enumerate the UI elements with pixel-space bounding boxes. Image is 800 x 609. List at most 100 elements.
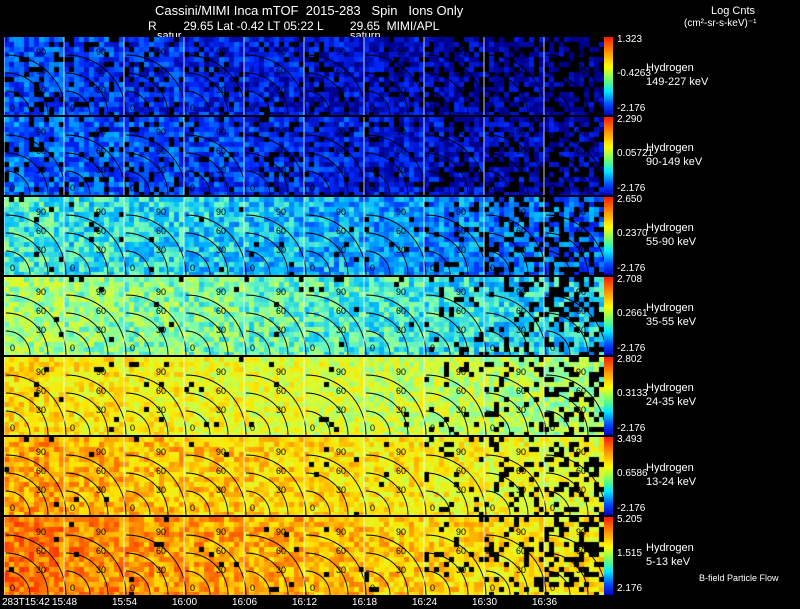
colorbar — [604, 117, 613, 195]
contour-label: 0 — [370, 503, 375, 513]
contour-label: 60 — [336, 66, 346, 76]
contour-label: 90 — [396, 287, 406, 297]
energy-range: 35-55 keV — [646, 316, 697, 328]
contour-label: 60 — [516, 226, 526, 236]
contour-label: 30 — [336, 565, 346, 575]
contour-label: 0 — [490, 263, 495, 273]
species-name: Hydrogen — [646, 222, 694, 234]
contour-label: 0 — [550, 423, 555, 433]
contour-label: 30 — [216, 485, 226, 495]
contour-label: 30 — [96, 565, 106, 575]
contour-label: 90 — [216, 447, 226, 457]
contour-label: 60 — [576, 146, 586, 156]
contour-label: 60 — [96, 226, 106, 236]
contour-label: 60 — [336, 386, 346, 396]
contour-label: 0 — [190, 103, 195, 113]
contour-label: 0 — [70, 183, 75, 193]
contour-label: 0 — [10, 263, 15, 273]
contour-label: 60 — [96, 146, 106, 156]
contour-label: 0 — [310, 183, 315, 193]
spectrogram-panel: 90 60 30 0 90 60 30 0 90 60 30 0 90 60 30 0 90 60 30 0 90 60 3… — [4, 277, 604, 355]
species-name: Hydrogen — [646, 142, 694, 154]
contour-label: 0 — [130, 423, 135, 433]
contour-label: 60 — [276, 146, 286, 156]
contour-overlay: 90 60 30 0 90 60 30 0 90 60 30 0 90 60 30 0 90 60 30 0 90 60 3… — [4, 517, 604, 595]
contour-label: 60 — [96, 306, 106, 316]
colorbar-mid: 0.2661 — [617, 308, 648, 319]
contour-label: 30 — [396, 325, 406, 335]
colorbar-min: -2.176 — [617, 503, 646, 514]
contour-label: 90 — [456, 127, 466, 137]
contour-label: 60 — [396, 546, 406, 556]
contour-label: 90 — [396, 207, 406, 217]
contour-label: 90 — [576, 287, 586, 297]
contour-label: 90 — [456, 527, 466, 537]
contour-label: 30 — [276, 85, 286, 95]
contour-label: 0 — [70, 583, 75, 593]
contour-label: 30 — [576, 325, 586, 335]
energy-range: 149-227 keV — [646, 76, 709, 88]
contour-label: 30 — [336, 325, 346, 335]
contour-label: 0 — [250, 503, 255, 513]
contour-label: 90 — [216, 207, 226, 217]
contour-label: 90 — [276, 47, 286, 57]
time-tick-label: 16:36 — [532, 597, 558, 608]
contour-label: 90 — [96, 287, 106, 297]
contour-label: 60 — [396, 466, 406, 476]
contour-label: 90 — [96, 47, 106, 57]
contour-label: 30 — [216, 325, 226, 335]
contour-label: 60 — [456, 546, 466, 556]
contour-label: 30 — [156, 85, 166, 95]
contour-label: 90 — [516, 367, 526, 377]
contour-label: 0 — [70, 423, 75, 433]
channel-label: Hydrogen 55-90 keV — [646, 221, 696, 249]
contour-label: 60 — [276, 546, 286, 556]
contour-label: 90 — [516, 47, 526, 57]
channel-label: Hydrogen 149-227 keV — [646, 61, 708, 89]
contour-label: 60 — [96, 466, 106, 476]
contour-label: 30 — [156, 565, 166, 575]
contour-label: 90 — [276, 367, 286, 377]
contour-label: 0 — [310, 503, 315, 513]
contour-label: 0 — [550, 183, 555, 193]
channel-label: Hydrogen 5-13 keV — [646, 541, 694, 569]
contour-label: 60 — [576, 546, 586, 556]
colorbar-min: -2.176 — [617, 183, 646, 194]
species-name: Hydrogen — [646, 62, 694, 74]
time-tick-label: 16:30 — [472, 597, 498, 608]
contour-label: 60 — [516, 306, 526, 316]
contour-label: 60 — [456, 66, 466, 76]
contour-label: 60 — [96, 386, 106, 396]
contour-label: 0 — [490, 503, 495, 513]
units-formula: (cm²-sr-s-keV)⁻¹ — [684, 18, 757, 29]
contour-label: 30 — [516, 165, 526, 175]
contour-label: 0 — [190, 183, 195, 193]
contour-label: 0 — [10, 583, 15, 593]
contour-label: 0 — [430, 103, 435, 113]
contour-label: 30 — [396, 165, 406, 175]
contour-label: 0 — [370, 103, 375, 113]
contour-label: 60 — [216, 306, 226, 316]
contour-label: 90 — [336, 447, 346, 457]
contour-label: 90 — [156, 287, 166, 297]
contour-label: 0 — [130, 503, 135, 513]
colorbar-mid: 0.3133 — [617, 388, 648, 399]
contour-label: 90 — [456, 47, 466, 57]
contour-label: 60 — [216, 146, 226, 156]
contour-label: 90 — [576, 207, 586, 217]
contour-label: 0 — [370, 263, 375, 273]
contour-label: 30 — [516, 325, 526, 335]
time-tick-label: 16:00 — [172, 597, 198, 608]
contour-label: 90 — [96, 207, 106, 217]
contour-label: 0 — [310, 583, 315, 593]
contour-label: 60 — [276, 226, 286, 236]
contour-label: 60 — [516, 146, 526, 156]
colorbar-max: 5.205 — [617, 514, 643, 525]
colorbar-max: 2.650 — [617, 194, 643, 205]
colorbar-min: -2.176 — [617, 423, 646, 434]
time-tick-label: 16:24 — [412, 597, 438, 608]
energy-range: 13-24 keV — [646, 476, 697, 488]
contour-label: 90 — [36, 47, 46, 57]
colorbar — [604, 37, 613, 115]
colorbar-min: -2.176 — [617, 263, 646, 274]
